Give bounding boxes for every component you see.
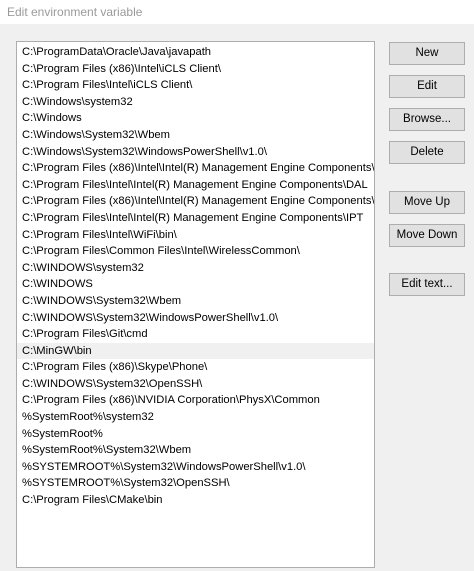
list-item[interactable]: %SystemRoot% <box>17 426 374 443</box>
new-button[interactable]: New <box>389 42 465 65</box>
list-item[interactable]: C:\Program Files (x86)\NVIDIA Corporatio… <box>17 392 374 409</box>
list-item[interactable]: C:\Windows <box>17 110 374 127</box>
path-list-items: C:\ProgramData\Oracle\Java\javapath C:\P… <box>17 44 374 509</box>
list-item[interactable]: C:\Windows\System32\Wbem <box>17 127 374 144</box>
list-item[interactable]: %SystemRoot%\system32 <box>17 409 374 426</box>
list-item[interactable]: %SYSTEMROOT%\System32\WindowsPowerShell\… <box>17 459 374 476</box>
list-item[interactable]: C:\Program Files (x86)\Intel\Intel(R) Ma… <box>17 193 374 210</box>
list-item[interactable]: C:\WINDOWS\system32 <box>17 260 374 277</box>
path-list[interactable]: C:\ProgramData\Oracle\Java\javapath C:\P… <box>16 41 375 568</box>
list-item[interactable]: C:\Windows\System32\WindowsPowerShell\v1… <box>17 144 374 161</box>
list-item[interactable]: C:\Program Files (x86)\Skype\Phone\ <box>17 359 374 376</box>
list-item[interactable]: C:\ProgramData\Oracle\Java\javapath <box>17 44 374 61</box>
list-item[interactable]: C:\Program Files\Intel\iCLS Client\ <box>17 77 374 94</box>
edit-text-button[interactable]: Edit text... <box>389 273 465 296</box>
move-down-button[interactable]: Move Down <box>389 224 465 247</box>
window-title: Edit environment variable <box>7 5 143 19</box>
list-item-selected[interactable]: C:\MinGW\bin <box>17 342 374 360</box>
list-item[interactable]: C:\Program Files\Intel\Intel(R) Manageme… <box>17 210 374 227</box>
list-item[interactable]: C:\Program Files\Git\cmd <box>17 326 374 343</box>
list-item[interactable]: C:\Windows\system32 <box>17 94 374 111</box>
edit-button[interactable]: Edit <box>389 75 465 98</box>
list-item[interactable]: %SYSTEMROOT%\System32\OpenSSH\ <box>17 475 374 492</box>
delete-button[interactable]: Delete <box>389 141 465 164</box>
list-item[interactable]: C:\Program Files (x86)\Intel\iCLS Client… <box>17 61 374 78</box>
title-bar[interactable]: Edit environment variable <box>0 0 474 24</box>
list-item[interactable]: C:\WINDOWS\System32\OpenSSH\ <box>17 376 374 393</box>
list-item[interactable]: C:\Program Files\CMake\bin <box>17 492 374 509</box>
list-item[interactable]: C:\Program Files\Intel\WiFi\bin\ <box>17 227 374 244</box>
list-item[interactable]: C:\Program Files\Common Files\Intel\Wire… <box>17 243 374 260</box>
list-item[interactable]: C:\WINDOWS <box>17 276 374 293</box>
list-item[interactable]: %SystemRoot%\System32\Wbem <box>17 442 374 459</box>
list-item[interactable]: C:\WINDOWS\System32\WindowsPowerShell\v1… <box>17 310 374 327</box>
list-item[interactable]: C:\Program Files\Intel\Intel(R) Manageme… <box>17 177 374 194</box>
browse-button[interactable]: Browse... <box>389 108 465 131</box>
list-item[interactable]: C:\WINDOWS\System32\Wbem <box>17 293 374 310</box>
move-up-button[interactable]: Move Up <box>389 191 465 214</box>
list-item[interactable]: C:\Program Files (x86)\Intel\Intel(R) Ma… <box>17 160 374 177</box>
